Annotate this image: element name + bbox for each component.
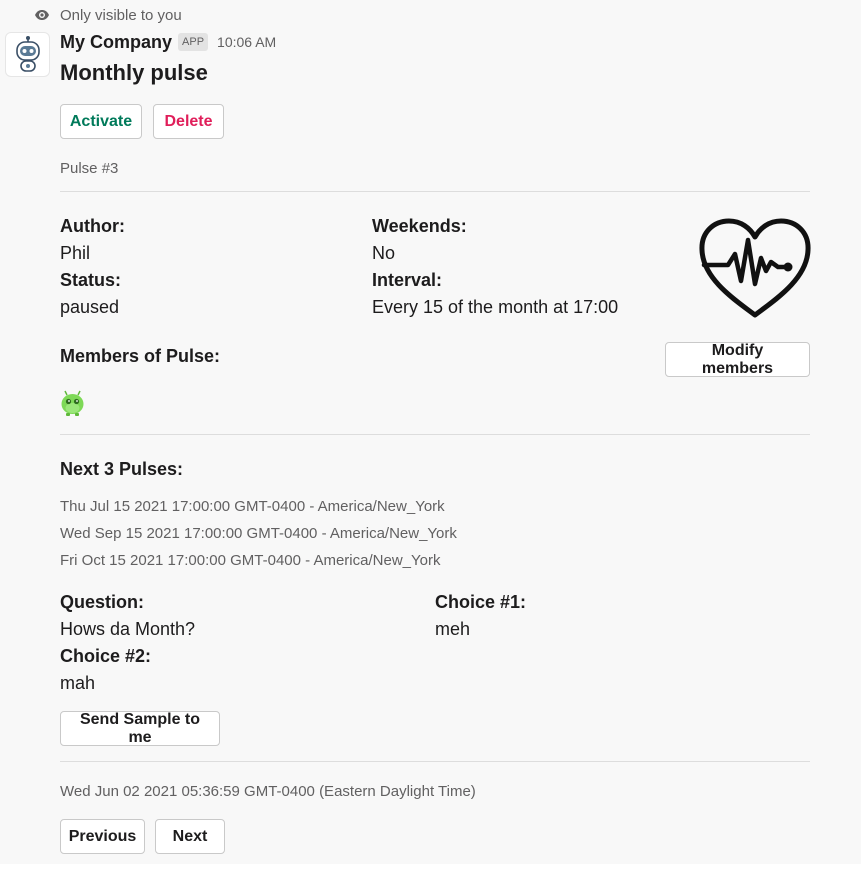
question-value: Hows da Month? (60, 619, 196, 639)
weekends-label: Weekends: (372, 216, 467, 236)
sender-name[interactable]: My Company (60, 32, 172, 53)
next-pulses-label: Next 3 Pulses: (60, 459, 184, 479)
choice1-label: Choice #1: (435, 592, 527, 612)
author-value: Phil (60, 243, 91, 263)
heartbeat-icon (699, 218, 811, 318)
divider (60, 434, 810, 435)
divider (60, 761, 810, 762)
interval-value: Every 15 of the month at 17:00 (372, 297, 619, 317)
author-label: Author: (60, 216, 125, 236)
eye-icon (35, 10, 49, 20)
interval-label: Interval: (372, 270, 443, 290)
ephemeral-note-text: Only visible to you (60, 6, 182, 24)
next-pulse-item: Wed Sep 15 2021 17:00:00 GMT-0400 - Amer… (60, 525, 457, 542)
choice1-value: meh (435, 619, 471, 639)
previous-button[interactable]: Previous (60, 819, 145, 854)
choice2-label: Choice #2: (60, 646, 152, 666)
message-title: Monthly pulse (60, 60, 208, 85)
app-badge: APP (178, 33, 209, 51)
activate-button[interactable]: Activate (60, 104, 142, 139)
footer-timestamp: Wed Jun 02 2021 05:36:59 GMT-0400 (Easte… (60, 783, 476, 800)
message-timestamp[interactable]: 10:06 AM (217, 34, 276, 50)
sender-row: My Company APP 10:06 AM (60, 30, 276, 54)
members-label: Members of Pulse: (60, 346, 221, 366)
next-pulse-item: Thu Jul 15 2021 17:00:00 GMT-0400 - Amer… (60, 498, 445, 515)
modify-members-button[interactable]: Modify members (665, 342, 810, 377)
weekends-value: No (372, 243, 396, 263)
question-label: Question: (60, 592, 144, 612)
ephemeral-note: Only visible to you (34, 5, 182, 25)
status-label: Status: (60, 270, 122, 290)
choice2-value: mah (60, 673, 96, 693)
next-pulse-item: Fri Oct 15 2021 17:00:00 GMT-0400 - Amer… (60, 552, 441, 569)
send-sample-button[interactable]: Send Sample to me (60, 711, 220, 746)
delete-button[interactable]: Delete (153, 104, 224, 139)
bot-avatar-icon (15, 35, 40, 72)
divider (60, 191, 810, 192)
status-value: paused (60, 297, 120, 317)
pulse-id: Pulse #3 (60, 160, 119, 177)
avatar[interactable] (5, 32, 50, 77)
next-button[interactable]: Next (155, 819, 225, 854)
member-avatar-icon[interactable] (60, 390, 85, 417)
